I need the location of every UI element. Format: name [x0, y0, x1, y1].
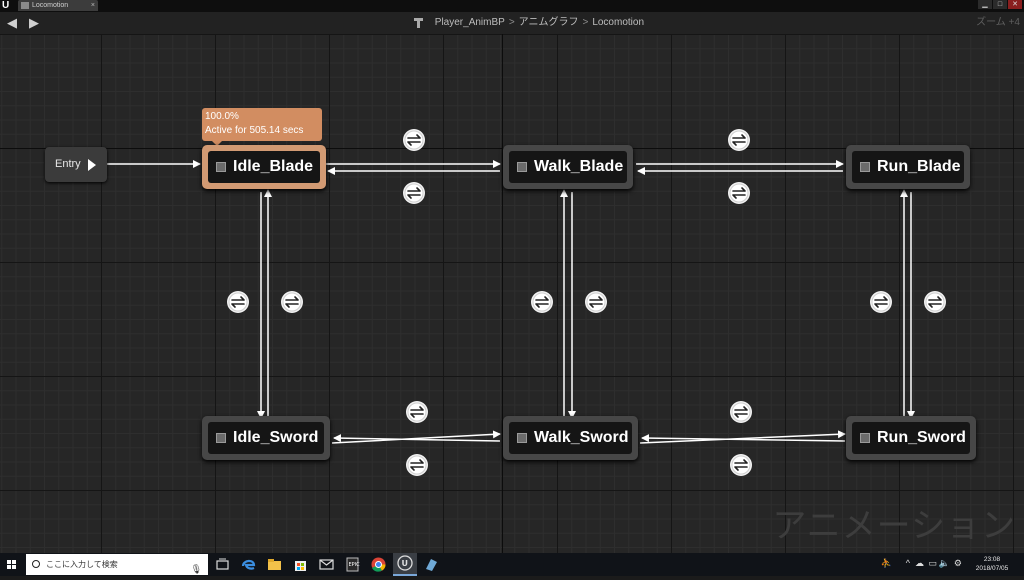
transition-rule-icon[interactable]	[727, 128, 751, 152]
graph-canvas[interactable]: Entry 100.0% Active for 505.14 secs Idle…	[0, 34, 1024, 553]
state-label: Walk_Blade	[534, 158, 624, 175]
task-view-icon[interactable]	[214, 556, 231, 573]
transition-rule-icon[interactable]	[727, 181, 751, 205]
search-placeholder: ここに入力して検索	[46, 560, 118, 569]
app-icon[interactable]	[423, 556, 440, 573]
state-label: Idle_Blade	[233, 158, 314, 175]
transition-rule-icon[interactable]	[729, 400, 753, 424]
clock-date: 2018/07/05	[975, 565, 1009, 572]
epic-launcher-icon[interactable]: EPIC	[344, 556, 361, 573]
transition-rule-icon[interactable]	[402, 128, 426, 152]
breadcrumb-separator: >	[582, 17, 589, 28]
transition-wires	[107, 128, 947, 477]
taskbar-clock[interactable]: 23:08 2018/07/05	[968, 555, 1016, 573]
store-icon[interactable]	[292, 556, 309, 573]
document-tab-label: Locomotion	[32, 2, 69, 9]
breadcrumb-item-locomotion[interactable]: Locomotion	[592, 17, 644, 28]
function-icon	[412, 16, 424, 29]
state-label: Idle_Sword	[233, 429, 319, 446]
active-duration: Active for 505.14 secs	[205, 125, 304, 136]
entry-label: Entry	[55, 158, 81, 170]
state-icon	[517, 162, 527, 172]
state-label: Run_Blade	[877, 158, 961, 175]
taskbar-search-box[interactable]: ここに入力して検索 🎙	[26, 554, 208, 575]
breadcrumb-separator: >	[508, 17, 515, 28]
people-icon[interactable]: ⛹	[881, 558, 892, 569]
window-controls: ▁ □ ✕	[978, 0, 1022, 9]
transition-rule-icon[interactable]	[530, 290, 554, 314]
graph-type-watermark: アニメーション	[772, 506, 1016, 546]
show-hidden-icons-icon[interactable]: ^	[906, 558, 910, 568]
file-explorer-icon[interactable]	[266, 556, 283, 573]
state-icon	[860, 433, 870, 443]
state-icon	[216, 162, 226, 172]
volume-icon[interactable]: 🔈	[939, 558, 950, 569]
window-title-bar: U Locomotion × ▁ □ ✕	[0, 0, 1024, 12]
close-button[interactable]: ✕	[1008, 0, 1022, 9]
minimize-button[interactable]: ▁	[978, 0, 992, 9]
breadcrumb: Player_AnimBP > アニムグラフ > Locomotion	[412, 12, 644, 34]
ime-icon[interactable]: ⚙	[954, 558, 962, 569]
state-node-idle-blade[interactable]: Idle_Blade	[202, 145, 326, 189]
state-label: Walk_Sword	[534, 429, 629, 446]
transition-rule-icon[interactable]	[923, 290, 947, 314]
state-node-walk-blade[interactable]: Walk_Blade	[503, 145, 633, 189]
state-node-run-blade[interactable]: Run_Blade	[846, 145, 970, 189]
state-icon	[517, 433, 527, 443]
transition-rule-icon[interactable]	[869, 290, 893, 314]
state-icon	[860, 162, 870, 172]
document-tab[interactable]: Locomotion ×	[18, 0, 98, 11]
microphone-icon[interactable]: 🎙	[191, 559, 202, 580]
zoom-level: ズーム +4	[976, 17, 1020, 28]
transition-rule-icon[interactable]	[729, 453, 753, 477]
state-node-idle-sword[interactable]: Idle_Sword	[202, 416, 330, 460]
graph-header: ◀ ▶ Player_AnimBP > アニムグラフ > Locomotion ズーム …	[0, 12, 1024, 35]
unreal-engine-icon: U	[402, 559, 409, 568]
entry-output-pin-icon[interactable]	[88, 159, 96, 171]
entry-node[interactable]: Entry	[45, 147, 107, 182]
close-tab-icon[interactable]: ×	[91, 0, 95, 11]
unreal-logo-icon: U	[2, 0, 10, 11]
forward-arrow-icon[interactable]: ▶	[26, 15, 42, 31]
transition-rule-icon[interactable]	[402, 181, 426, 205]
mail-icon[interactable]	[318, 556, 335, 573]
maximize-button[interactable]: □	[993, 0, 1007, 9]
transition-rule-icon[interactable]	[280, 290, 304, 314]
unreal-engine-taskbar-button[interactable]: U	[393, 553, 417, 576]
state-node-walk-sword[interactable]: Walk_Sword	[503, 416, 638, 460]
network-icon[interactable]: ▭	[928, 558, 937, 569]
windows-taskbar: ここに入力して検索 🎙 EPIC U ⛹ ^ ☁ ▭ 🔈 ⚙ 23:08 201…	[0, 553, 1024, 576]
active-percent: 100.0%	[205, 111, 239, 122]
edge-icon[interactable]	[240, 556, 257, 573]
transition-rule-icon[interactable]	[226, 290, 250, 314]
active-state-tooltip: 100.0% Active for 505.14 secs	[202, 108, 322, 146]
state-label: Run_Sword	[877, 429, 966, 446]
windows-start-icon[interactable]	[0, 553, 24, 576]
transition-rule-icon[interactable]	[584, 290, 608, 314]
breadcrumb-item-animbp[interactable]: Player_AnimBP	[435, 17, 505, 28]
svg-text:EPIC: EPIC	[349, 562, 361, 568]
state-icon	[216, 433, 226, 443]
breadcrumb-item-animgraph[interactable]: アニムグラフ	[519, 17, 579, 28]
chrome-icon[interactable]	[370, 556, 387, 573]
onedrive-icon[interactable]: ☁	[915, 558, 924, 569]
state-node-run-sword[interactable]: Run_Sword	[846, 416, 976, 460]
transition-rule-icon[interactable]	[405, 400, 429, 424]
back-arrow-icon[interactable]: ◀	[4, 15, 20, 31]
clock-time: 23:08	[983, 556, 1001, 563]
transition-rule-icon[interactable]	[405, 453, 429, 477]
cortana-icon	[32, 560, 40, 568]
blueprint-tab-icon	[21, 1, 29, 9]
